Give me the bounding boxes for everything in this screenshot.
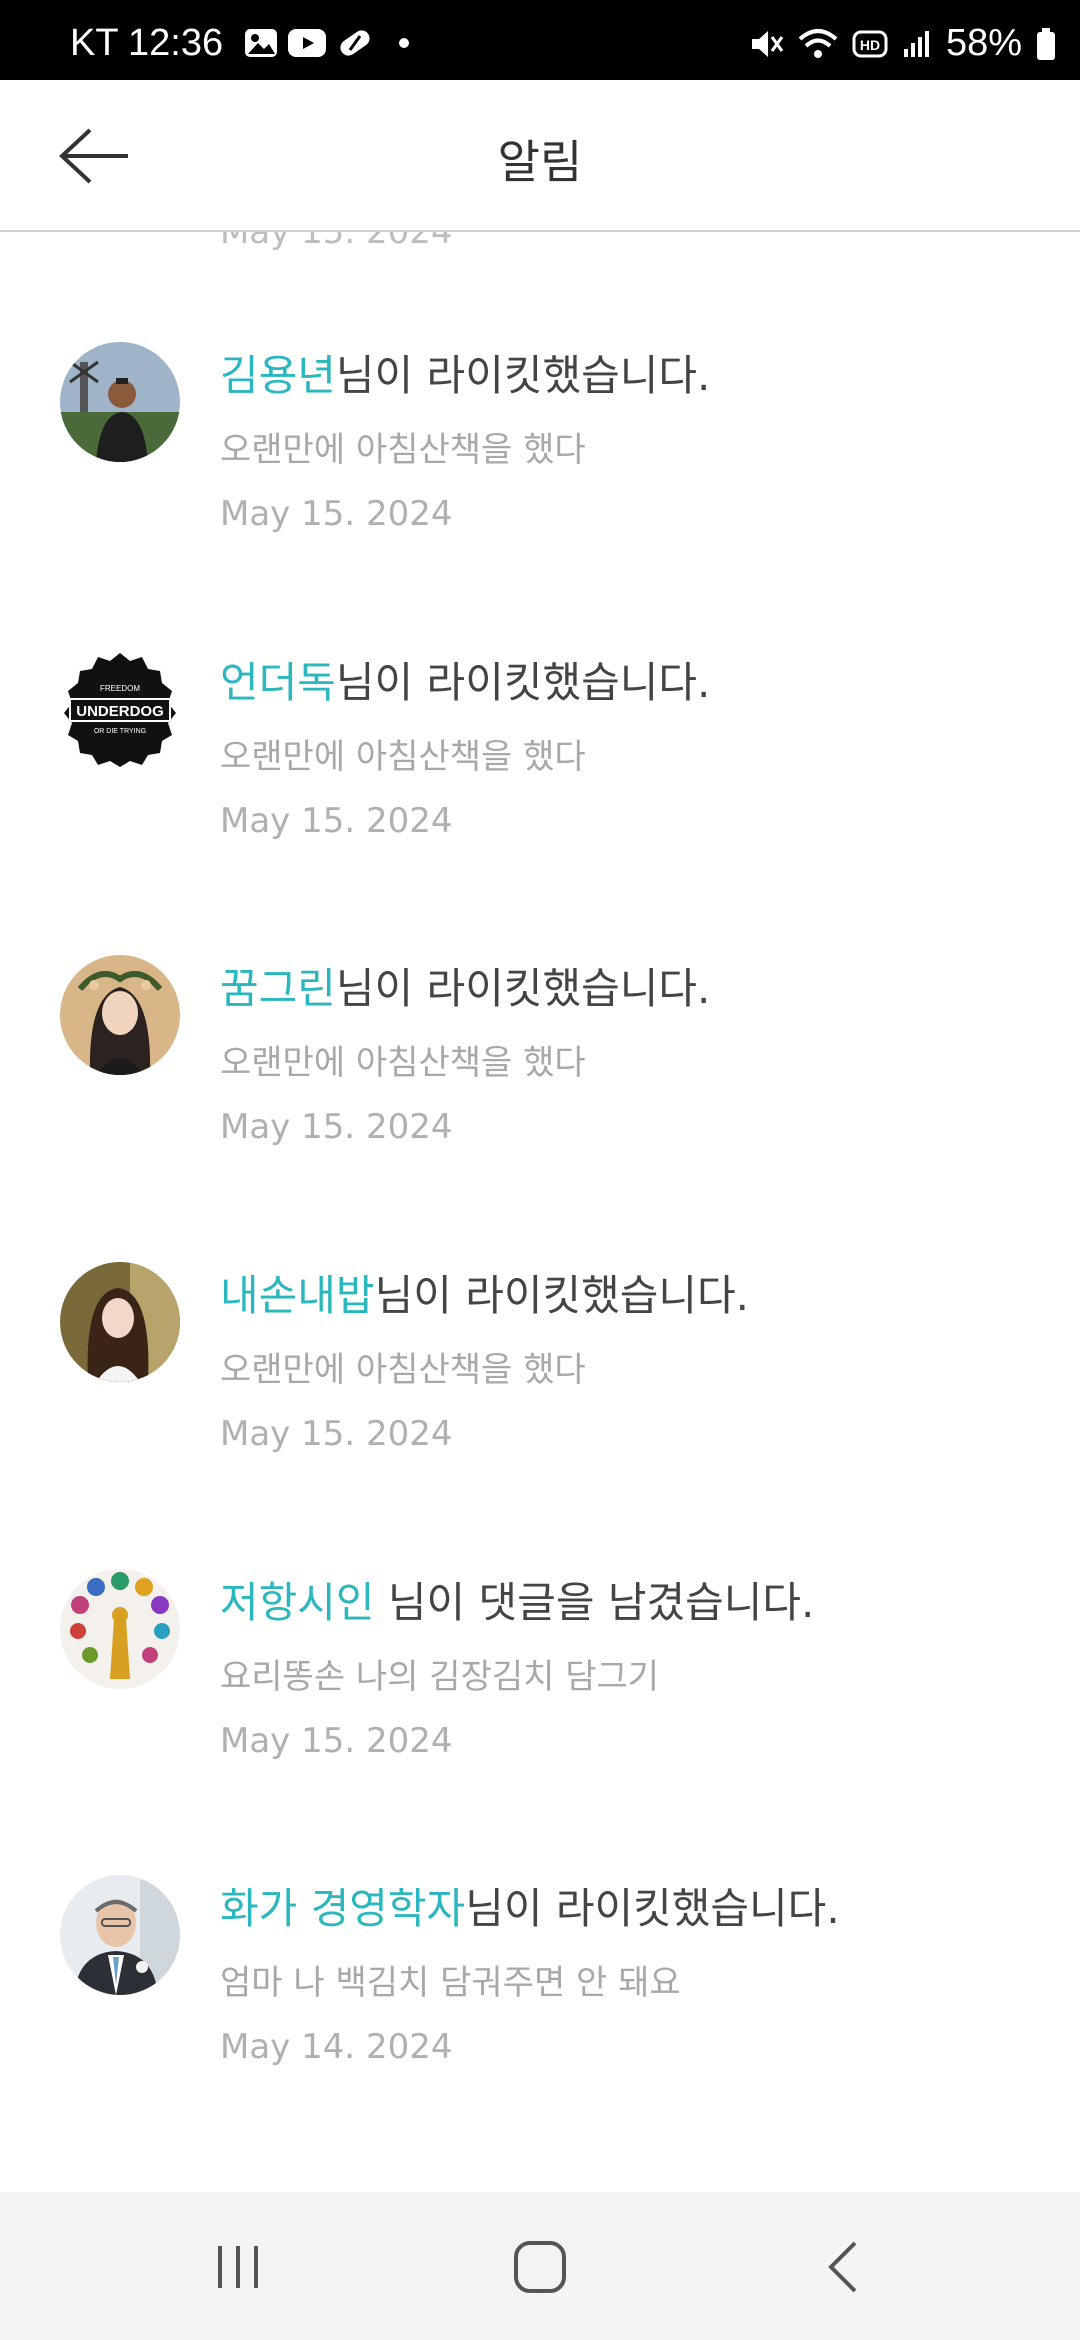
- carrier-label: KT: [70, 22, 119, 64]
- battery-icon: [1036, 27, 1056, 61]
- action-text: 님이 라이킷했습니다.: [335, 964, 711, 1013]
- partial-date: May 15. 2024: [220, 232, 453, 252]
- svg-text:UNDERDOG: UNDERDOG: [76, 703, 164, 720]
- wifi-icon: [798, 27, 838, 61]
- notification-icons: [244, 26, 410, 60]
- notification-item[interactable]: 김용년님이 라이킷했습니다. 오랜만에 아침산책을 했다 May 15. 202…: [0, 342, 1080, 642]
- clock: 12:36: [128, 22, 224, 64]
- system-nav-bar: [0, 2192, 1080, 2340]
- notification-title: 내손내밥님이 라이킷했습니다.: [220, 1262, 749, 1323]
- dot-icon: [398, 37, 410, 49]
- svg-text:HD: HD: [860, 37, 880, 53]
- notification-date: May 15. 2024: [220, 801, 453, 841]
- hd-icon: HD: [852, 29, 888, 59]
- notification-date: May 15. 2024: [220, 494, 453, 534]
- home-icon: [514, 2241, 566, 2293]
- svg-text:FREEDOM: FREEDOM: [100, 684, 140, 693]
- notification-item[interactable]: 꿈그린님이 라이킷했습니다. 오랜만에 아침산책을 했다 May 15. 202…: [0, 955, 1080, 1255]
- notification-date: May 14. 2024: [220, 2027, 453, 2067]
- action-text: 님이 댓글을 남겼습니다.: [374, 1578, 815, 1627]
- user-name-link[interactable]: 내손내밥: [220, 1271, 375, 1320]
- avatar[interactable]: [60, 1262, 180, 1382]
- mute-icon: [748, 27, 784, 61]
- avatar[interactable]: [60, 342, 180, 462]
- back-chevron-icon: [828, 2241, 857, 2293]
- app-header: 알림: [0, 80, 1080, 232]
- post-title[interactable]: 오랜만에 아침산책을 했다: [220, 1342, 586, 1391]
- user-name-link[interactable]: 꿈그린: [220, 964, 336, 1013]
- notification-title: 김용년님이 라이킷했습니다.: [220, 342, 710, 403]
- pill-icon: [336, 26, 374, 60]
- system-icons: HD 58%: [748, 22, 1056, 65]
- action-text: 님이 라이킷했습니다.: [335, 658, 711, 707]
- notification-date: May 15. 2024: [220, 1721, 453, 1761]
- status-bar: KT 12:36 HD 58%: [0, 0, 1080, 80]
- svg-text:OR DIE TRYING: OR DIE TRYING: [94, 728, 146, 735]
- notification-list[interactable]: May 15. 2024 김용년님이 라이킷했습니다. 오랜만에 아침산책을 했…: [0, 232, 1080, 2192]
- home-button[interactable]: [480, 2232, 600, 2302]
- notification-title: 저항시인 님이 댓글을 남겼습니다.: [220, 1569, 814, 1630]
- avatar[interactable]: [60, 955, 180, 1075]
- notification-item[interactable]: 화가 경영학자님이 라이킷했습니다. 엄마 나 백김치 담궈주면 안 돼요 Ma…: [0, 1875, 1080, 2175]
- page-title: 알림: [497, 135, 583, 189]
- battery-percent: 58%: [945, 22, 1022, 64]
- notification-title: 꿈그린님이 라이킷했습니다.: [220, 955, 710, 1016]
- notification-title: 화가 경영학자님이 라이킷했습니다.: [220, 1875, 840, 1936]
- action-text: 님이 라이킷했습니다.: [374, 1271, 750, 1320]
- youtube-icon: [288, 29, 326, 57]
- notification-item[interactable]: 저항시인 님이 댓글을 남겼습니다. 요리똥손 나의 김장김치 담그기 May …: [0, 1569, 1080, 1869]
- recents-icon: [218, 2246, 258, 2288]
- signal-icon: [902, 29, 932, 59]
- notification-date: May 15. 2024: [220, 1107, 453, 1147]
- notification-title: 언더독님이 라이킷했습니다.: [220, 649, 710, 710]
- user-name-link[interactable]: 김용년: [220, 351, 336, 400]
- back-nav-button[interactable]: [783, 2232, 903, 2302]
- user-name-link[interactable]: 화가 경영학자: [220, 1884, 465, 1933]
- notification-item[interactable]: 내손내밥님이 라이킷했습니다. 오랜만에 아침산책을 했다 May 15. 20…: [0, 1262, 1080, 1562]
- post-title[interactable]: 오랜만에 아침산책을 했다: [220, 422, 586, 471]
- notification-date: May 15. 2024: [220, 1414, 453, 1454]
- post-title[interactable]: 오랜만에 아침산책을 했다: [220, 729, 586, 778]
- post-title[interactable]: 엄마 나 백김치 담궈주면 안 돼요: [220, 1955, 681, 2004]
- action-text: 님이 라이킷했습니다.: [335, 351, 711, 400]
- avatar[interactable]: [60, 1569, 180, 1689]
- avatar[interactable]: [60, 1875, 180, 1995]
- notification-item[interactable]: UNDERDOG FREEDOM OR DIE TRYING 언더독님이 라이킷…: [0, 649, 1080, 949]
- recents-button[interactable]: [178, 2232, 298, 2302]
- post-title[interactable]: 오랜만에 아침산책을 했다: [220, 1035, 586, 1084]
- post-title[interactable]: 요리똥손 나의 김장김치 담그기: [220, 1649, 659, 1698]
- avatar[interactable]: UNDERDOG FREEDOM OR DIE TRYING: [60, 649, 180, 769]
- gallery-icon: [244, 28, 278, 58]
- user-name-link[interactable]: 저항시인: [220, 1578, 375, 1627]
- action-text: 님이 라이킷했습니다.: [465, 1884, 840, 1933]
- user-name-link[interactable]: 언더독: [220, 658, 336, 707]
